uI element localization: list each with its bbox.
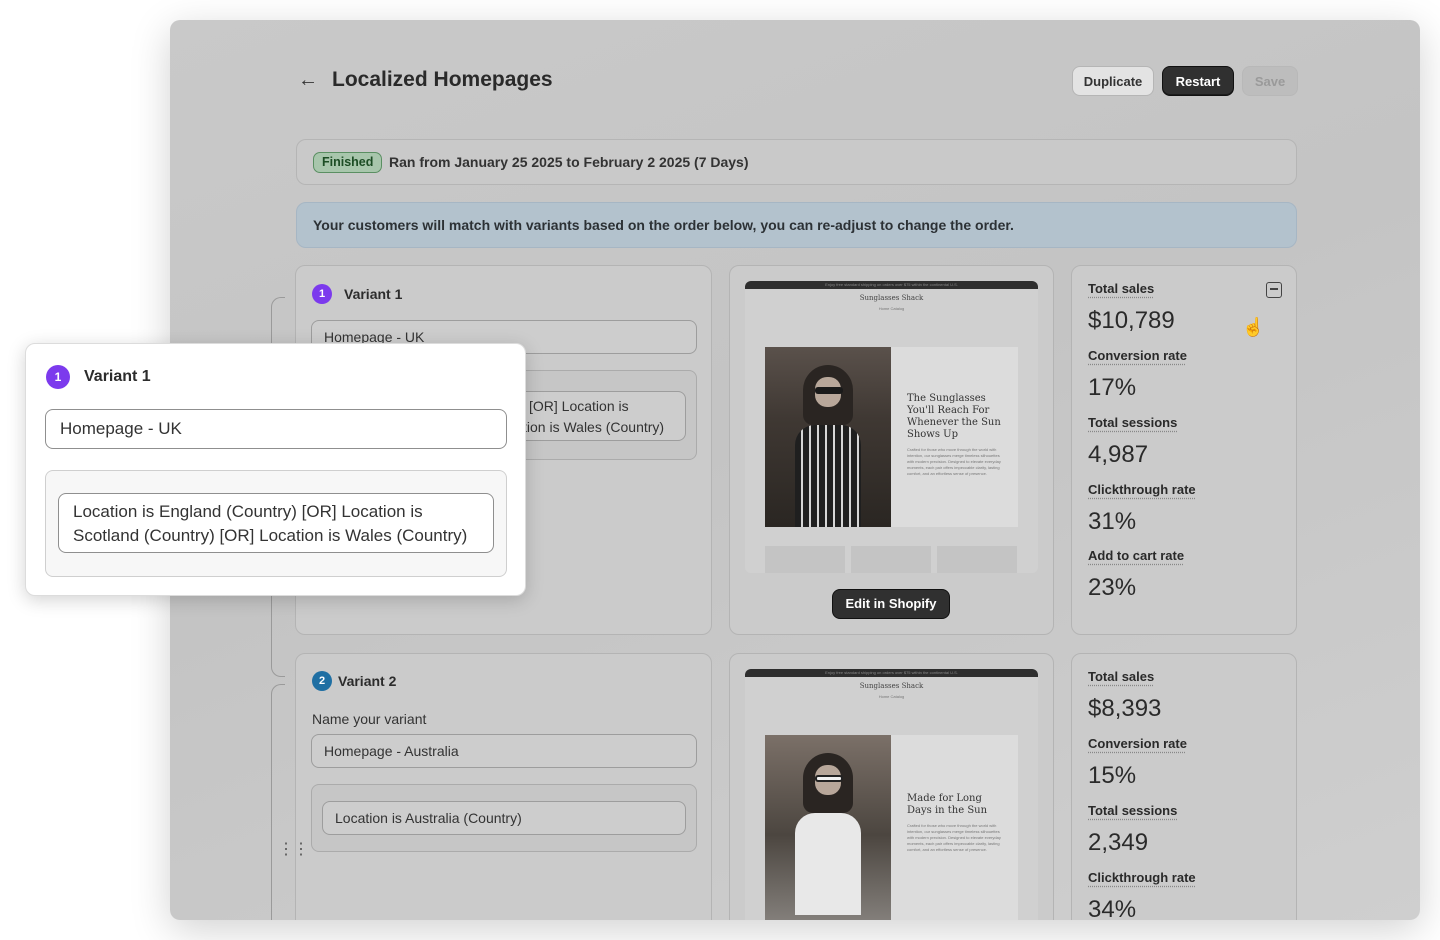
- variant-2-card: 2 Variant 2 Name your variant Homepage -…: [295, 653, 712, 920]
- variant-title: Variant 2: [338, 673, 397, 689]
- stat-label: Total sales: [1088, 669, 1155, 684]
- variant-number-badge: 2: [312, 671, 332, 691]
- preview-brand: Sunglasses Shack: [859, 682, 924, 690]
- rule-line-1: [OR] Location is: [529, 398, 629, 414]
- variant-name-field[interactable]: Homepage - UK: [45, 409, 507, 449]
- run-dates-text: Ran from January 25 2025 to February 2 2…: [389, 154, 749, 170]
- page-title: Localized Homepages: [332, 68, 553, 91]
- pointer-hand-icon: ☝: [1242, 317, 1265, 337]
- rule-container: Location is England (Country) [OR] Locat…: [45, 470, 507, 577]
- photo-outfit: [795, 813, 861, 915]
- save-button[interactable]: Save: [1242, 66, 1298, 96]
- stat-value: $8,393: [1088, 695, 1162, 722]
- photo-sunglasses: [815, 775, 843, 782]
- stat-label: Total sessions: [1088, 803, 1178, 818]
- variant-name-label: Name your variant: [312, 711, 427, 727]
- preview-hero: Made for Long Days in the Sun Crafted fo…: [765, 735, 1018, 920]
- stat-value: 23%: [1088, 574, 1137, 601]
- drag-handle-icon[interactable]: ⋮⋮: [278, 839, 309, 859]
- variant-2-stats-card: Total sales $8,393 Conversion rate 15% T…: [1071, 653, 1297, 920]
- variant-1-zoom-card: 1 Variant 1 Homepage - UK Location is En…: [25, 343, 526, 596]
- preview-headline: Made for Long Days in the Sun: [907, 793, 988, 816]
- status-badge: Finished: [313, 152, 383, 173]
- preview-body: Crafted for those who move through the w…: [907, 823, 1001, 852]
- preview-column: [937, 546, 1017, 573]
- stat-label: Conversion rate: [1088, 348, 1187, 363]
- homepage-preview: Enjoy free standard shipping on orders o…: [745, 281, 1038, 573]
- page-header: ← Localized Homepages Duplicate Restart …: [298, 64, 1298, 96]
- preview-headline: The Sunglasses You'll Reach For Whenever…: [907, 393, 1001, 440]
- variant-title: Variant 1: [84, 368, 151, 385]
- preview-nav: Home Catalog: [878, 694, 905, 699]
- stat-label: Conversion rate: [1088, 736, 1187, 751]
- stat-label: Clickthrough rate: [1088, 482, 1196, 497]
- preview-body: Crafted for those who move through the w…: [907, 447, 1001, 476]
- preview-brand: Sunglasses Shack: [859, 294, 924, 302]
- rule-chip[interactable]: Location is England (Country) [OR] Locat…: [58, 493, 494, 553]
- info-banner: Your customers will match with variants …: [296, 202, 1297, 248]
- rule-chip[interactable]: Location is Australia (Country): [322, 801, 686, 835]
- edit-in-shopify-button[interactable]: Edit in Shopify: [832, 589, 950, 619]
- stat-value: 17%: [1088, 374, 1137, 401]
- stat-value: 34%: [1088, 896, 1137, 920]
- info-banner-text: Your customers will match with variants …: [313, 217, 1014, 233]
- variant-number-badge: 1: [46, 365, 70, 389]
- variant-1-preview-card: Enjoy free standard shipping on orders o…: [729, 265, 1054, 635]
- stat-label: Add to cart rate: [1088, 548, 1185, 563]
- stat-value: 4,987: [1088, 441, 1149, 468]
- status-bar: Finished Ran from January 25 2025 to Feb…: [296, 139, 1297, 185]
- variant-number-badge: 1: [312, 284, 332, 304]
- homepage-preview: Enjoy free standard shipping on orders o…: [745, 669, 1038, 920]
- preview-nav: Home Catalog: [878, 306, 905, 311]
- hero-photo: [765, 347, 891, 527]
- preview-announcement: Enjoy free standard shipping on orders o…: [825, 282, 958, 287]
- preview-announcement-bar: Enjoy free standard shipping on orders o…: [745, 669, 1038, 677]
- hero-photo: [765, 735, 891, 920]
- stat-label: Total sales: [1088, 281, 1155, 296]
- preview-announcement: Enjoy free standard shipping on orders o…: [825, 670, 958, 675]
- stat-value: $10,789: [1088, 307, 1175, 334]
- preview-announcement-bar: Enjoy free standard shipping on orders o…: [745, 281, 1038, 289]
- restart-button[interactable]: Restart: [1162, 66, 1234, 96]
- rule-line-2: tion is Wales (Country): [523, 419, 665, 435]
- rule-container: Location is Australia (Country): [311, 784, 697, 852]
- photo-outfit: [795, 425, 861, 527]
- stat-label: Clickthrough rate: [1088, 870, 1196, 885]
- stat-value: 15%: [1088, 762, 1137, 789]
- preview-column: [765, 546, 845, 573]
- duplicate-button[interactable]: Duplicate: [1072, 66, 1154, 96]
- export-icon[interactable]: [1266, 282, 1282, 298]
- stat-value: 2,349: [1088, 829, 1149, 856]
- variant-title: Variant 1: [344, 286, 403, 302]
- variant-name-field[interactable]: Homepage - Australia: [311, 734, 697, 768]
- stat-value: 31%: [1088, 508, 1137, 535]
- order-connector-2: [271, 684, 285, 920]
- variant-2-preview-card: Enjoy free standard shipping on orders o…: [729, 653, 1054, 920]
- preview-column: [851, 546, 931, 573]
- preview-columns: [765, 546, 1018, 573]
- arrow-left-icon[interactable]: ←: [298, 66, 326, 94]
- preview-hero: The Sunglasses You'll Reach For Whenever…: [765, 347, 1018, 527]
- stat-label: Total sessions: [1088, 415, 1178, 430]
- photo-sunglasses: [815, 387, 843, 394]
